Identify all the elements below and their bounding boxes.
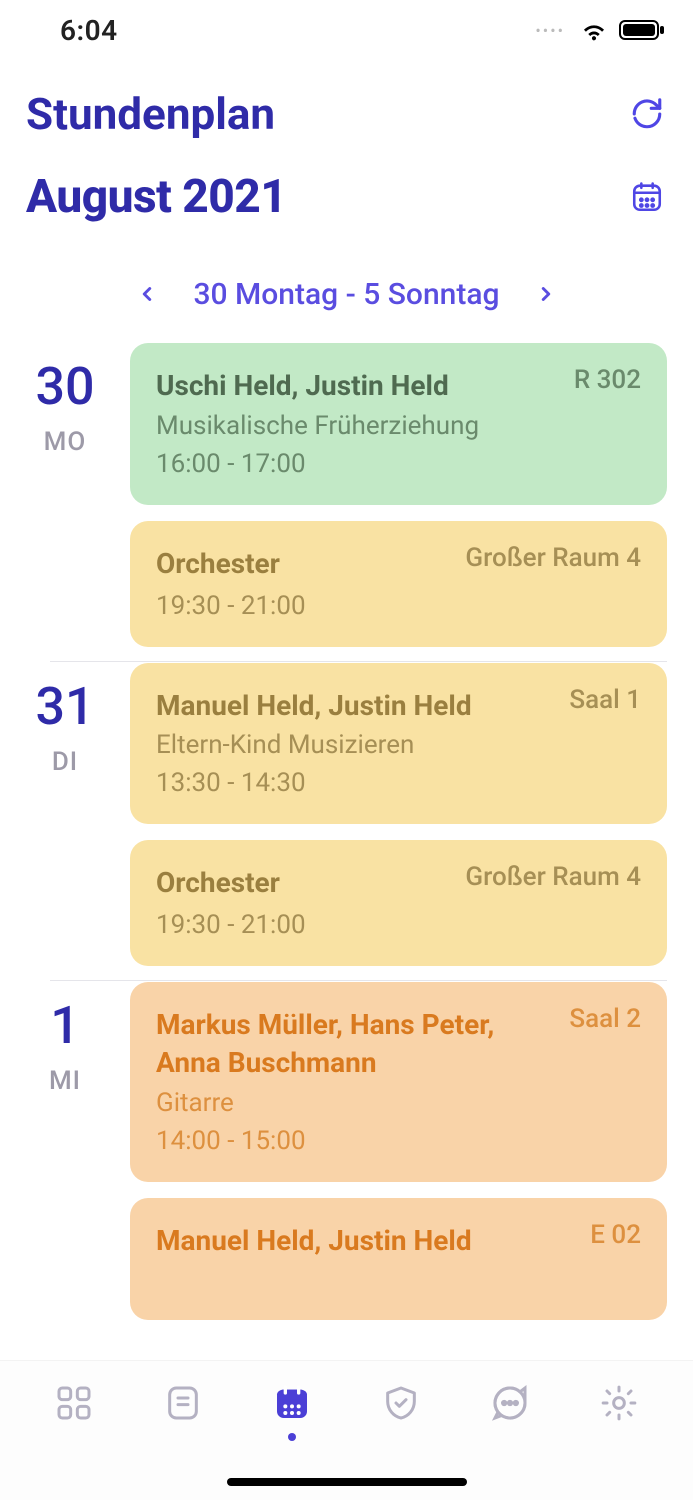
event-card[interactable]: E 02 Manuel Held, Justin Held xyxy=(130,1198,667,1320)
day-row: 31 DI Saal 1 Manuel Held, Justin Held El… xyxy=(0,662,667,981)
day-abbr: MI xyxy=(0,1066,130,1096)
tab-chat[interactable] xyxy=(480,1383,540,1423)
next-week-button[interactable] xyxy=(528,276,564,312)
tab-schedule[interactable] xyxy=(262,1383,322,1441)
day-row: 1 MI Saal 2 Markus Müller, Hans Peter, A… xyxy=(0,981,667,1333)
event-card[interactable]: Saal 2 Markus Müller, Hans Peter, Anna B… xyxy=(130,982,667,1182)
event-time: 16:00 - 17:00 xyxy=(156,449,641,479)
month-title: August 2021 xyxy=(26,170,286,224)
day-abbr: MO xyxy=(0,427,130,457)
wifi-icon xyxy=(579,19,609,41)
day-header: 30 MO xyxy=(0,343,130,457)
event-card[interactable]: R 302 Uschi Held, Justin Held Musikalisc… xyxy=(130,343,667,505)
event-room: R 302 xyxy=(574,365,641,395)
event-room: Großer Raum 4 xyxy=(465,543,641,573)
home-indicator[interactable] xyxy=(227,1478,467,1486)
event-title: Uschi Held, Justin Held xyxy=(156,367,641,405)
week-range-label[interactable]: 30 Montag - 5 Sonntag xyxy=(193,277,499,312)
status-icons: •••• xyxy=(535,19,665,41)
event-time: 13:30 - 14:30 xyxy=(156,768,641,798)
day-row: 30 MO R 302 Uschi Held, Justin Held Musi… xyxy=(0,342,667,661)
event-room: E 02 xyxy=(590,1220,641,1250)
event-time: 14:00 - 15:00 xyxy=(156,1126,641,1156)
event-card[interactable]: Großer Raum 4 Orchester 19:30 - 21:00 xyxy=(130,840,667,966)
status-time: 6:04 xyxy=(60,14,118,47)
event-card[interactable]: Großer Raum 4 Orchester 19:30 - 21:00 xyxy=(130,521,667,647)
schedule-list: 30 MO R 302 Uschi Held, Justin Held Musi… xyxy=(0,342,693,1334)
event-title: Markus Müller, Hans Peter, Anna Buschman… xyxy=(156,1006,641,1082)
event-title: Manuel Held, Justin Held xyxy=(156,1222,641,1260)
event-room: Saal 1 xyxy=(569,685,641,715)
week-navigator: 30 Montag - 5 Sonntag xyxy=(0,254,693,342)
page-title: Stundenplan xyxy=(26,88,275,140)
prev-week-button[interactable] xyxy=(129,276,165,312)
event-room: Großer Raum 4 xyxy=(465,862,641,892)
tab-settings[interactable] xyxy=(589,1383,649,1423)
event-subtitle: Gitarre xyxy=(156,1088,641,1118)
active-tab-indicator-icon xyxy=(288,1433,296,1441)
calendar-button[interactable] xyxy=(627,177,667,217)
tab-security[interactable] xyxy=(371,1383,431,1423)
battery-icon xyxy=(619,19,665,41)
event-subtitle: Eltern-Kind Musizieren xyxy=(156,730,641,760)
event-time: 19:30 - 21:00 xyxy=(156,910,641,940)
day-header: 31 DI xyxy=(0,663,130,777)
day-number: 31 xyxy=(0,681,130,733)
tab-notes[interactable] xyxy=(153,1383,213,1423)
status-bar: 6:04 •••• xyxy=(0,0,693,60)
day-abbr: DI xyxy=(0,747,130,777)
event-card[interactable]: Saal 1 Manuel Held, Justin Held Eltern-K… xyxy=(130,663,667,825)
refresh-button[interactable] xyxy=(627,94,667,134)
event-title: Manuel Held, Justin Held xyxy=(156,687,641,725)
day-number: 30 xyxy=(0,361,130,413)
cellular-dots-icon: •••• xyxy=(535,21,565,40)
day-number: 1 xyxy=(0,1000,130,1052)
event-room: Saal 2 xyxy=(569,1004,641,1034)
event-time: 19:30 - 21:00 xyxy=(156,591,641,621)
event-subtitle: Musikalische Früherziehung xyxy=(156,411,641,441)
day-header: 1 MI xyxy=(0,982,130,1096)
tab-dashboard[interactable] xyxy=(44,1383,104,1423)
